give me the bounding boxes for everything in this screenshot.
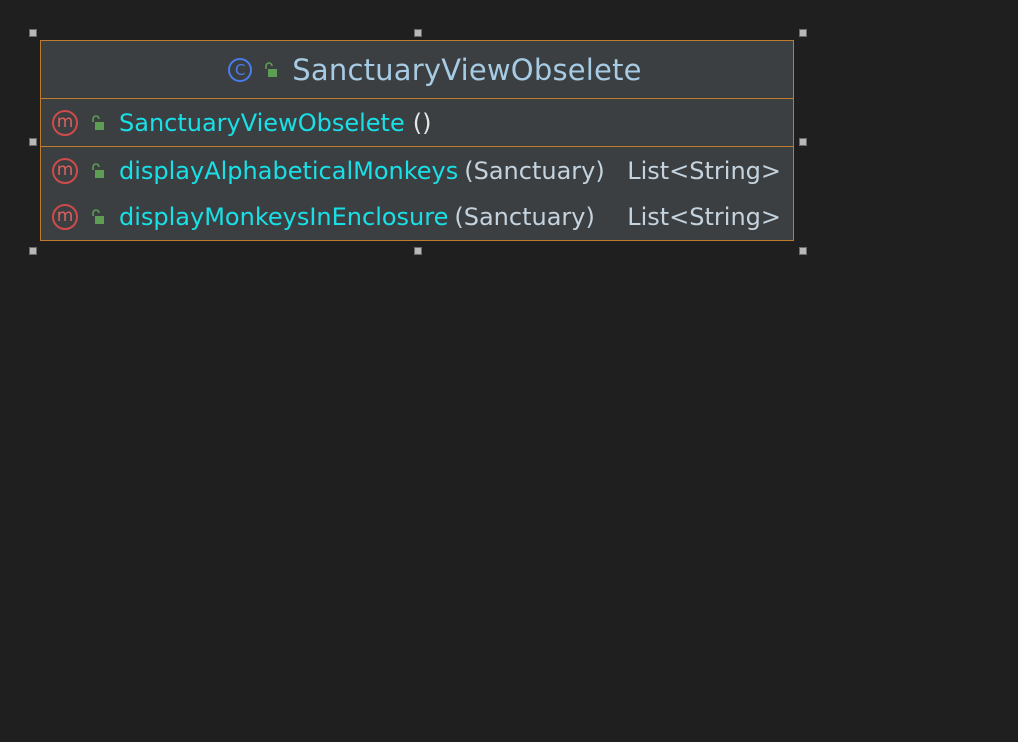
method-icon: m bbox=[52, 109, 78, 136]
method-name: displayMonkeysInEnclosure bbox=[119, 203, 449, 231]
method-row[interactable]: m displayAlphabeticalMonkeys (Sanctuary)… bbox=[41, 148, 793, 194]
method-params: (Sanctuary) bbox=[464, 157, 605, 185]
class-name: SanctuaryViewObselete bbox=[292, 52, 642, 87]
uml-class-node[interactable]: C SanctuaryViewObselete m SanctuaryViewO… bbox=[40, 40, 794, 241]
class-header: C SanctuaryViewObselete bbox=[41, 41, 793, 99]
resize-handle-top-center[interactable] bbox=[414, 29, 422, 37]
method-return-type: List<String> bbox=[627, 203, 781, 231]
class-icon: C bbox=[228, 57, 253, 82]
method-icon: m bbox=[52, 158, 78, 184]
resize-handle-top-left[interactable] bbox=[29, 29, 37, 37]
resize-handle-top-right[interactable] bbox=[799, 29, 807, 37]
method-icon: m bbox=[52, 204, 78, 230]
resize-handle-middle-left[interactable] bbox=[29, 138, 37, 146]
method-name: displayAlphabeticalMonkeys bbox=[119, 157, 459, 185]
constructor-params: () bbox=[412, 108, 432, 137]
public-lock-icon bbox=[262, 61, 278, 78]
public-lock-icon bbox=[89, 163, 105, 179]
method-return-type: List<String> bbox=[627, 157, 781, 185]
resize-handle-bottom-center[interactable] bbox=[414, 247, 422, 255]
public-lock-icon bbox=[89, 114, 105, 131]
constructor-name: SanctuaryViewObselete bbox=[119, 108, 405, 137]
constructor-row[interactable]: m SanctuaryViewObselete () bbox=[41, 99, 793, 147]
resize-handle-bottom-left[interactable] bbox=[29, 247, 37, 255]
resize-handle-middle-right[interactable] bbox=[799, 138, 807, 146]
resize-handle-bottom-right[interactable] bbox=[799, 247, 807, 255]
methods-section: m displayAlphabeticalMonkeys (Sanctuary)… bbox=[41, 147, 793, 240]
public-lock-icon bbox=[89, 209, 105, 225]
method-row[interactable]: m displayMonkeysInEnclosure (Sanctuary) … bbox=[41, 194, 793, 240]
method-params: (Sanctuary) bbox=[454, 203, 595, 231]
